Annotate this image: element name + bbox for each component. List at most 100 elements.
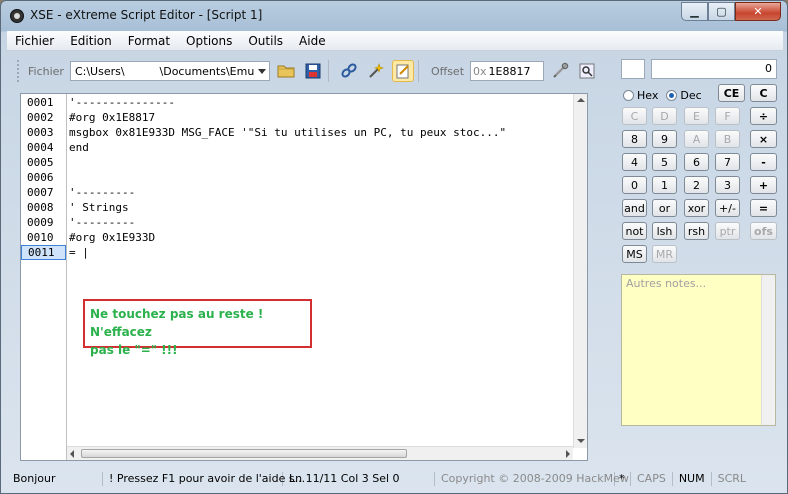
calc-button[interactable]: ptr (715, 222, 740, 240)
minimize-button[interactable]: ▁ (681, 2, 708, 21)
link-chain-icon (341, 63, 357, 78)
close-button[interactable]: ✕ (735, 2, 781, 21)
connect-button[interactable] (338, 60, 360, 82)
caps-indicator: CAPS (631, 472, 673, 486)
calc-button[interactable]: 3 (715, 176, 740, 194)
calc-button[interactable]: or (652, 199, 677, 217)
calc-button[interactable]: not (622, 222, 647, 240)
calc-button[interactable]: 4 (622, 153, 647, 171)
code-line[interactable]: '--------- (67, 185, 573, 200)
file-path-combo[interactable]: C:\Users\ \Documents\Emu (69, 61, 270, 81)
menu-fichier[interactable]: Fichier (7, 34, 62, 48)
line-number: 0004 (27, 141, 54, 154)
compile-button[interactable] (365, 60, 387, 82)
code-line[interactable]: msgbox 0x81E933D MSG_FACE '"Si tu utilis… (67, 125, 573, 140)
calc-button[interactable]: MR (652, 245, 677, 263)
calc-button[interactable]: xor (684, 199, 709, 217)
code-line[interactable] (67, 170, 573, 185)
line-number: 0002 (27, 111, 54, 124)
code-area[interactable]: '--------------- #org 0x1E8817 msgbox 0x81… (67, 95, 573, 260)
chevron-down-icon[interactable] (257, 69, 266, 74)
save-button[interactable] (302, 60, 324, 82)
warning-annotation-box: Ne touchez pas au reste ! N'effacez pas … (83, 299, 312, 357)
calc-button[interactable]: 5 (652, 153, 677, 171)
calc-button[interactable]: 9 (652, 130, 677, 148)
script-editor[interactable]: 0001 0002 0003 0004 0005 0006 0007 0008 0009 0010… (20, 93, 588, 461)
notes-button[interactable] (391, 60, 414, 82)
title-bar[interactable]: XSE - eXtreme Script Editor - [Script 1]… (1, 1, 787, 31)
menu-options[interactable]: Options (178, 34, 240, 48)
calc-button[interactable]: - (750, 153, 777, 171)
notes-textarea[interactable]: Autres notes... (621, 274, 776, 426)
code-line[interactable]: ' Strings (67, 200, 573, 215)
calc-button[interactable]: +/- (715, 199, 740, 217)
calc-c-button[interactable]: C (750, 84, 777, 102)
line-number: 0009 (27, 216, 54, 229)
radio-dec[interactable] (666, 89, 678, 101)
search-icon (579, 63, 595, 79)
line-number: 0003 (27, 126, 54, 139)
copyright-text: Copyright © 2008-2009 HackMew (435, 472, 629, 486)
calc-button[interactable]: = (750, 199, 777, 217)
calc-button[interactable]: E (684, 107, 709, 125)
menu-format[interactable]: Format (120, 34, 178, 48)
calc-button[interactable]: and (622, 199, 647, 217)
app-icon (10, 9, 24, 23)
folder-icon (277, 65, 295, 78)
scroll-left-icon[interactable] (70, 450, 74, 458)
calc-button[interactable]: C (622, 107, 647, 125)
scroll-up-icon[interactable] (577, 98, 585, 102)
horizontal-scroll-thumb[interactable] (81, 449, 407, 458)
minimize-icon: ▁ (690, 5, 699, 18)
calc-button[interactable]: F (715, 107, 740, 125)
open-folder-button[interactable] (275, 60, 297, 82)
calc-button[interactable]: 2 (684, 176, 709, 194)
calc-button[interactable]: 0 (622, 176, 647, 194)
dec-label[interactable]: Dec (680, 89, 701, 102)
menu-bar: Fichier Edition Format Options Outils Ai… (7, 31, 783, 51)
calc-button[interactable]: × (750, 130, 777, 148)
menu-outils[interactable]: Outils (240, 34, 291, 48)
calc-button[interactable]: ofs (750, 222, 777, 240)
offset-input[interactable]: 0x 1E8817 (470, 61, 545, 81)
horizontal-scrollbar[interactable] (67, 446, 573, 460)
notepad-pencil-icon (396, 64, 409, 79)
maximize-button[interactable]: ▢ (708, 2, 735, 21)
calc-button[interactable]: A (684, 130, 709, 148)
calc-button[interactable]: 7 (715, 153, 740, 171)
calc-button[interactable]: 8 (622, 130, 647, 148)
calc-button[interactable]: 6 (684, 153, 709, 171)
scroll-down-icon[interactable] (577, 439, 585, 443)
close-icon: ✕ (753, 5, 763, 18)
code-line[interactable]: #org 0x1E933D (67, 230, 573, 245)
scroll-right-icon[interactable] (566, 450, 570, 458)
calc-button[interactable]: B (715, 130, 740, 148)
calc-ce-button[interactable]: CE (718, 84, 745, 102)
menu-edition[interactable]: Edition (62, 34, 120, 48)
code-line[interactable]: end (67, 140, 573, 155)
code-line[interactable]: '--------- (67, 215, 573, 230)
calc-button[interactable]: ÷ (750, 107, 777, 125)
base-radio-group: Hex Dec (623, 85, 702, 105)
calc-button[interactable]: D (652, 107, 677, 125)
code-line[interactable]: '--------------- (67, 95, 573, 110)
notes-scrollbar[interactable] (761, 275, 775, 425)
toolbar-grip[interactable] (17, 60, 20, 82)
calc-button[interactable]: lsh (652, 222, 677, 240)
search-offset-button[interactable] (576, 60, 598, 82)
code-line[interactable]: #org 0x1E8817 (67, 110, 573, 125)
code-line[interactable]: = | (67, 245, 573, 260)
vertical-scrollbar[interactable] (573, 94, 587, 448)
calc-button[interactable]: rsh (684, 222, 709, 240)
modified-indicator: * (615, 472, 631, 486)
hex-label[interactable]: Hex (637, 89, 658, 102)
tools-button[interactable] (549, 60, 571, 82)
radio-hex[interactable] (623, 89, 634, 101)
line-number: 0007 (27, 186, 54, 199)
code-line[interactable] (67, 155, 573, 170)
calc-button[interactable]: + (750, 176, 777, 194)
notes-placeholder: Autres notes... (626, 277, 707, 290)
menu-aide[interactable]: Aide (291, 34, 334, 48)
calc-button[interactable]: MS (622, 245, 647, 263)
calc-button[interactable]: 1 (652, 176, 677, 194)
